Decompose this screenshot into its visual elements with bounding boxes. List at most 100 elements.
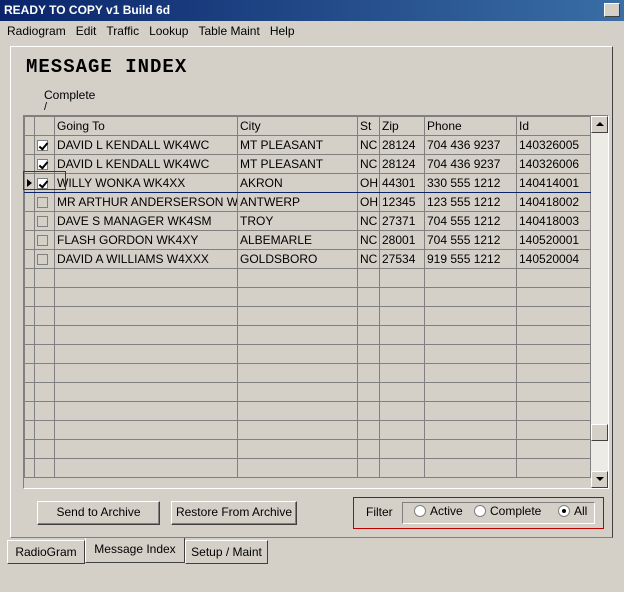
complete-cell[interactable] [34,154,55,174]
menu-table-maint[interactable]: Table Maint [193,23,264,41]
cell-phone[interactable]: 704 555 1212 [424,230,517,250]
complete-cell[interactable] [34,211,55,231]
cell-id[interactable]: 140520004 [516,249,591,269]
grid-scrollbar[interactable] [591,116,608,488]
cell-st[interactable]: NC [357,249,380,269]
table-row[interactable]: DAVID L KENDALL WK4WC MT PLEASANT NC 28124 7… [24,135,591,155]
col-id[interactable]: Id [516,116,591,136]
cell-st[interactable]: OH [357,192,380,212]
row-indicator[interactable] [24,211,35,231]
cell-st[interactable]: NC [357,230,380,250]
cell-id[interactable]: 140418002 [516,192,591,212]
cell-going-to[interactable]: WILLY WONKA WK4XX [54,173,238,193]
cell-city[interactable]: ANTWERP [237,192,358,212]
cell-id[interactable]: 140326006 [516,154,591,174]
cell-city[interactable]: ALBEMARLE [237,230,358,250]
filter-all-radio[interactable]: All [558,504,587,518]
cell-phone[interactable]: 330 555 1212 [424,173,517,193]
menu-traffic[interactable]: Traffic [101,23,144,41]
row-indicator[interactable] [24,192,35,212]
complete-checkbox[interactable] [37,140,48,152]
complete-checkbox[interactable] [37,178,48,190]
complete-cell[interactable] [34,249,55,269]
table-row[interactable]: DAVE S MANAGER WK4SM TROY NC 27371 704 555 1… [24,211,591,231]
complete-checkbox[interactable] [37,254,48,266]
menu-lookup[interactable]: Lookup [144,23,193,41]
col-phone[interactable]: Phone [424,116,517,136]
cell-city[interactable]: AKRON [237,173,358,193]
scroll-thumb[interactable] [591,424,608,441]
complete-checkbox[interactable] [37,235,48,247]
cell-zip[interactable]: 27371 [379,211,425,231]
tab-setup-maint[interactable]: Setup / Maint [185,540,268,564]
cell-st[interactable]: NC [357,154,380,174]
cell-going-to[interactable]: FLASH GORDON WK4XY [54,230,238,250]
col-city[interactable]: City [237,116,358,136]
cell-id[interactable]: 140326005 [516,135,591,155]
message-grid[interactable]: Going To City St Zip Phone Id DAVID L KE… [23,115,609,489]
row-indicator[interactable] [24,154,35,174]
cell-phone[interactable]: 919 555 1212 [424,249,517,269]
complete-cell[interactable] [34,230,55,250]
cell-id[interactable]: 140418003 [516,211,591,231]
cell-city[interactable]: MT PLEASANT [237,135,358,155]
complete-cell[interactable] [34,192,55,212]
cell-going-to[interactable]: DAVID L KENDALL WK4WC [54,135,238,155]
cell-going-to[interactable]: MR ARTHUR ANDERSERSON W [54,192,238,212]
complete-checkbox[interactable] [37,197,48,209]
cell-city[interactable]: GOLDSBORO [237,249,358,269]
row-indicator[interactable] [24,173,35,193]
menu-edit[interactable]: Edit [71,23,102,41]
cell-city[interactable]: TROY [237,211,358,231]
complete-cell[interactable] [34,135,55,155]
table-row[interactable]: DAVID L KENDALL WK4WC MT PLEASANT NC 28124 7… [24,154,591,174]
filter-complete-radio[interactable]: Complete [474,504,541,518]
empty-cell [237,439,358,459]
cell-phone[interactable]: 123 555 1212 [424,192,517,212]
col-state[interactable]: St [357,116,380,136]
restore-from-archive-button[interactable]: Restore From Archive [171,501,297,525]
cell-id[interactable]: 140520001 [516,230,591,250]
send-to-archive-button[interactable]: Send to Archive [37,501,160,525]
scroll-down-button[interactable] [591,471,608,488]
close-button[interactable] [604,3,620,17]
complete-cell[interactable] [34,173,55,193]
cell-zip[interactable]: 12345 [379,192,425,212]
complete-checkbox[interactable] [37,159,48,171]
menu-radiogram[interactable]: Radiogram [2,23,71,41]
cell-zip[interactable]: 28124 [379,154,425,174]
table-row[interactable]: WILLY WONKA WK4XX AKRON OH 44301 330 555 121… [24,173,591,193]
row-indicator[interactable] [24,230,35,250]
menu-help[interactable]: Help [265,23,300,41]
cell-st[interactable]: OH [357,173,380,193]
empty-cell [516,344,591,364]
empty-cell [379,268,425,288]
scroll-up-button[interactable] [591,116,608,133]
cell-phone[interactable]: 704 436 9237 [424,135,517,155]
cell-phone[interactable]: 704 555 1212 [424,211,517,231]
complete-header-cell[interactable] [34,116,55,136]
cell-id[interactable]: 140414001 [516,173,591,193]
cell-city[interactable]: MT PLEASANT [237,154,358,174]
row-indicator[interactable] [24,249,35,269]
col-zip[interactable]: Zip [379,116,425,136]
cell-zip[interactable]: 44301 [379,173,425,193]
table-row[interactable]: MR ARTHUR ANDERSERSON W ANTWERP OH 12345 123… [24,192,591,212]
tab-message-index[interactable]: Message Index [85,538,185,563]
complete-checkbox[interactable] [37,216,48,228]
cell-st[interactable]: NC [357,135,380,155]
table-row[interactable]: FLASH GORDON WK4XY ALBEMARLE NC 28001 704 55… [24,230,591,250]
tab-radiogram[interactable]: RadioGram [7,540,85,564]
cell-going-to[interactable]: DAVID L KENDALL WK4WC [54,154,238,174]
cell-going-to[interactable]: DAVE S MANAGER WK4SM [54,211,238,231]
cell-zip[interactable]: 27534 [379,249,425,269]
cell-zip[interactable]: 28001 [379,230,425,250]
cell-zip[interactable]: 28124 [379,135,425,155]
row-indicator[interactable] [24,135,35,155]
cell-st[interactable]: NC [357,211,380,231]
filter-active-radio[interactable]: Active [414,504,463,518]
cell-going-to[interactable]: DAVID A WILLIAMS W4XXX [54,249,238,269]
cell-phone[interactable]: 704 436 9237 [424,154,517,174]
col-going-to[interactable]: Going To [54,116,238,136]
table-row[interactable]: DAVID A WILLIAMS W4XXX GOLDSBORO NC 27534 91… [24,249,591,269]
